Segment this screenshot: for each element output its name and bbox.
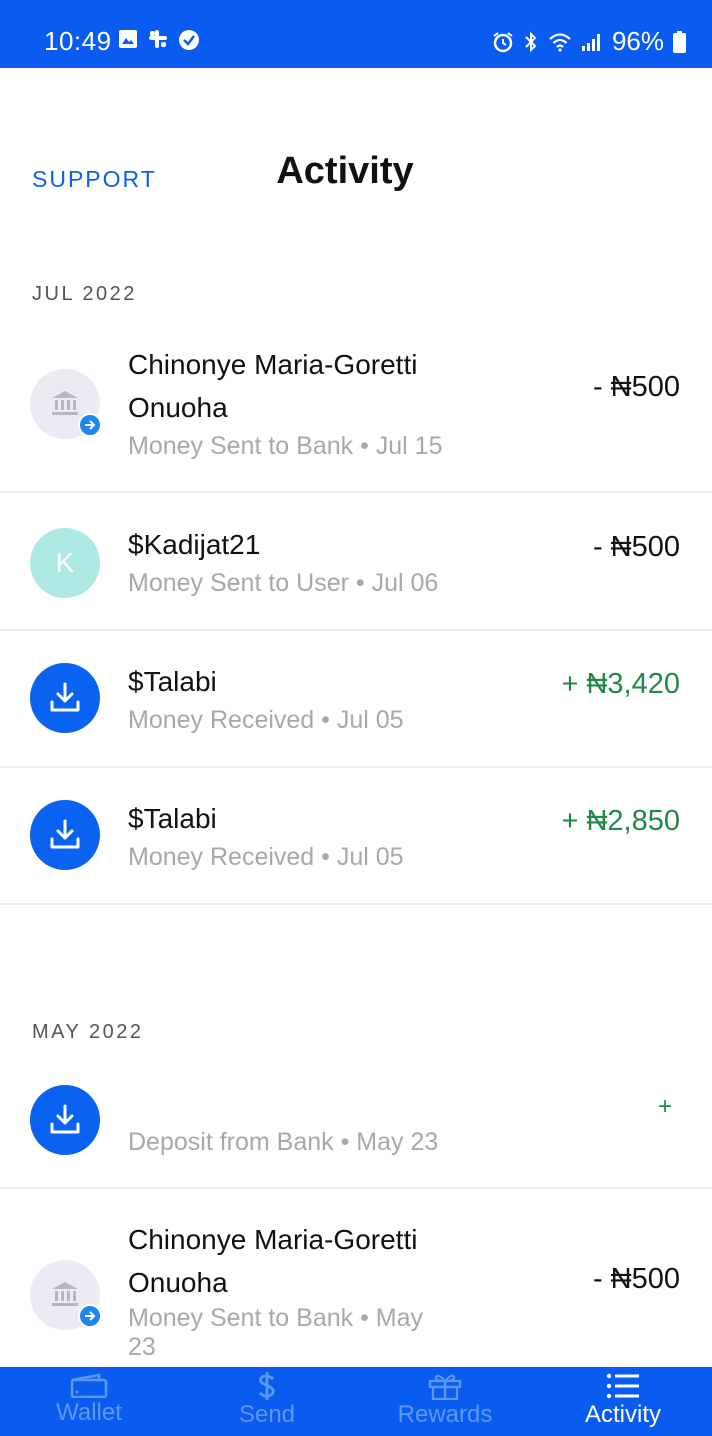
bluetooth-icon (525, 31, 537, 52)
transaction-subtitle: Money Sent to Bank • Jul 15 (128, 432, 443, 460)
bottom-tab-bar: Wallet Send Rewards Activity (0, 1367, 712, 1436)
avatar (30, 663, 100, 733)
transaction-name: $Kadijat21 (128, 529, 261, 560)
tab-label: Activity (584, 1401, 661, 1428)
transaction-row[interactable]: $Talabi Money Received • Jul 05 + ₦2,850 (0, 768, 712, 905)
avatar (30, 369, 102, 439)
transaction-row[interactable]: K $Kadijat21 Money Sent to User • Jul 06… (0, 493, 712, 631)
status-right: 96% (492, 26, 686, 57)
transaction-subtitle: Money Received • Jul 05 (128, 843, 404, 871)
transaction-subtitle: Money Sent to User • Jul 06 (128, 569, 439, 597)
transaction-row[interactable]: Chinonye Maria-Goretti Onuoha Money Sent… (0, 1189, 712, 1367)
bank-icon (52, 1282, 78, 1306)
transaction-name: $Talabi (128, 803, 217, 834)
transaction-amount: - ₦500 (592, 531, 680, 563)
image-icon (119, 30, 137, 48)
transaction-row[interactable]: Chinonye Maria-Goretti Onuoha Money Sent… (0, 333, 712, 493)
avatar (30, 1260, 102, 1330)
tab-rewards[interactable]: Rewards (356, 1367, 534, 1436)
wallet-icon (70, 1373, 108, 1398)
alarm-icon (493, 31, 513, 52)
transaction-amount: - ₦500 (592, 371, 680, 403)
download-icon (50, 1104, 80, 1134)
tab-label: Rewards (397, 1401, 493, 1428)
tab-label: Send (238, 1401, 296, 1428)
battery-icon (673, 30, 686, 53)
tab-wallet[interactable]: Wallet (0, 1367, 178, 1436)
tab-label: Wallet (56, 1399, 122, 1426)
status-bar: 10:49 96% (0, 0, 712, 68)
tab-send[interactable]: Send (178, 1367, 356, 1436)
slack-icon (149, 30, 167, 48)
section-label-may-2022: MAY 2022 (32, 1021, 144, 1043)
gift-icon (428, 1374, 462, 1400)
transaction-row[interactable]: Deposit from Bank • May 23 + (0, 1052, 712, 1189)
transaction-name: Chinonye Maria-Goretti Onuoha (128, 1224, 418, 1298)
transaction-subtitle: Money Sent to Bank • May 23 (128, 1304, 424, 1361)
signal-icon (581, 33, 600, 51)
avatar: K (30, 528, 100, 598)
notification-icons (118, 29, 200, 51)
dollar-icon (259, 1372, 275, 1400)
avatar (30, 800, 100, 870)
transaction-amount: - ₦500 (592, 1263, 680, 1295)
list-icon (606, 1373, 639, 1399)
page-title: Activity (276, 150, 414, 192)
transaction-name: $Talabi (128, 666, 217, 697)
download-icon (50, 682, 80, 712)
transaction-row[interactable]: $Talabi Money Received • Jul 05 + ₦3,420 (0, 631, 712, 768)
tab-activity[interactable]: Activity (534, 1367, 712, 1436)
section-label-jul-2022: JUL 2022 (32, 283, 137, 305)
transaction-subtitle: Money Received • Jul 05 (128, 706, 404, 734)
status-time: 10:49 (44, 26, 112, 56)
avatar (30, 1085, 100, 1155)
transaction-amount: + ₦3,420 (561, 668, 680, 700)
transaction-amount: + ₦2,850 (561, 805, 680, 837)
transaction-name: Chinonye Maria-Goretti Onuoha (128, 349, 418, 423)
wifi-icon (549, 32, 571, 52)
battery-percent: 96% (611, 26, 664, 56)
check-circle-icon (179, 30, 199, 50)
bank-icon (52, 391, 78, 415)
arrow-right-badge-icon (78, 1304, 102, 1328)
download-icon (50, 819, 80, 849)
arrow-right-badge-icon (78, 413, 102, 437)
transaction-amount: + (657, 1093, 672, 1120)
transaction-subtitle: Deposit from Bank • May 23 (128, 1128, 439, 1156)
